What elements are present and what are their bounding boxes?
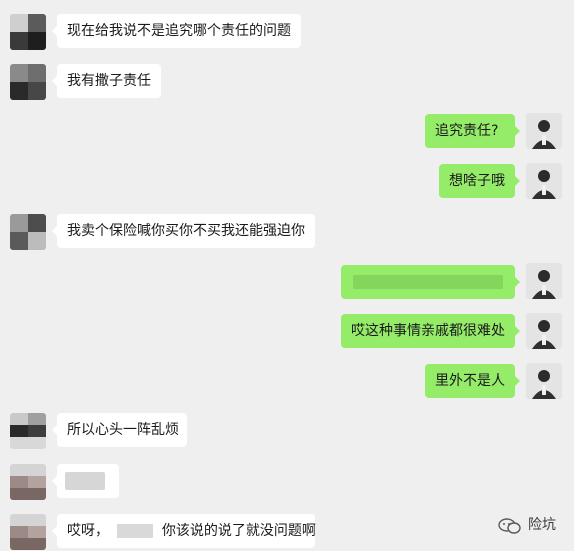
message-bubble[interactable]: 所以心头一阵乱烦 (52, 413, 187, 447)
avatar[interactable] (10, 413, 46, 449)
user-photo-icon (526, 113, 562, 149)
user-photo-icon (526, 163, 562, 199)
message-text: 追究责任? (435, 123, 499, 139)
avatar[interactable] (526, 163, 562, 199)
message-bubble[interactable]: 里外不是人 (425, 364, 520, 398)
avatar[interactable] (10, 214, 46, 250)
message-text: 我有撒子责任 (67, 73, 151, 89)
user-photo-icon (526, 313, 562, 349)
wechat-official-account-icon (498, 518, 521, 534)
chat-window: { "messages": [ {"side": "left", "text":… (0, 0, 574, 551)
user-photo-icon (526, 263, 562, 299)
avatar[interactable] (526, 313, 562, 349)
message-text: 所以心头一阵乱烦 (67, 422, 179, 438)
avatar[interactable] (10, 464, 46, 500)
redacted-name-block (117, 524, 154, 538)
message-text-part2: 你该说的说了就没问题啊 (161, 523, 316, 539)
message-bubble[interactable]: 哎呀， 你该说的说了就没问题啊 (52, 514, 316, 548)
message-bubble-redacted[interactable] (341, 265, 520, 299)
avatar[interactable] (10, 14, 46, 50)
message-text: 想啥子哦 (449, 173, 505, 189)
redacted-text-block (353, 275, 503, 289)
message-bubble[interactable]: 我有撒子责任 (52, 64, 161, 98)
message-text: 哎这种事情亲戚都很难处 (351, 323, 505, 339)
message-text: 现在给我说不是追究哪个责任的问题 (67, 23, 291, 39)
message-bubble[interactable]: 追究责任? (425, 114, 520, 148)
avatar[interactable] (526, 363, 562, 399)
message-bubble[interactable]: 现在给我说不是追究哪个责任的问题 (52, 14, 301, 48)
user-photo-icon (526, 363, 562, 399)
message-text-part1: 哎呀， (67, 523, 109, 539)
watermark-text: 险坑 (528, 517, 556, 533)
avatar[interactable] (526, 263, 562, 299)
message-text: 里外不是人 (435, 373, 505, 389)
message-bubble[interactable]: 想啥子哦 (439, 164, 520, 198)
message-bubble[interactable]: 我卖个保险喊你买你不买我还能强迫你 (52, 214, 315, 248)
message-text: 我卖个保险喊你买你不买我还能强迫你 (67, 223, 305, 239)
message-bubble[interactable]: 哎这种事情亲戚都很难处 (341, 314, 520, 348)
avatar[interactable] (10, 514, 46, 550)
message-bubble-redacted[interactable] (52, 464, 119, 498)
redacted-text-block (65, 472, 105, 490)
avatar[interactable] (10, 64, 46, 100)
avatar[interactable] (526, 113, 562, 149)
